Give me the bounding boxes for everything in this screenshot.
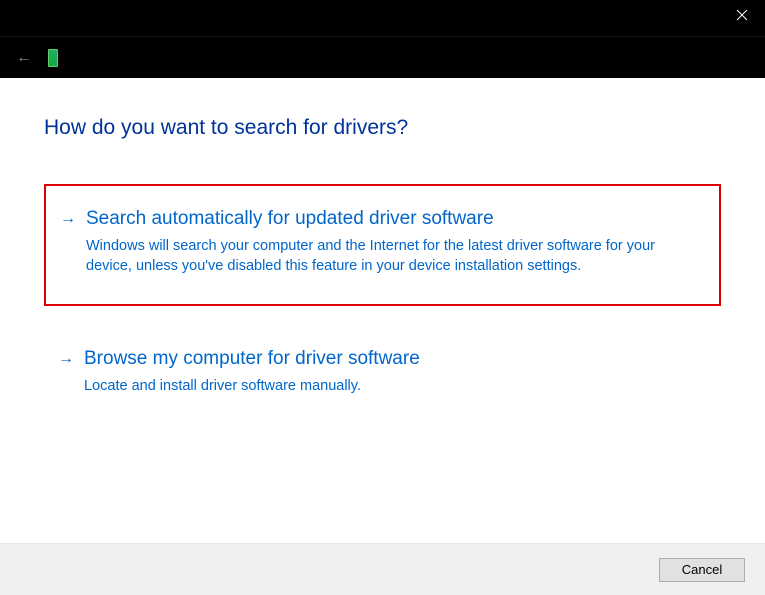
option-title: Browse my computer for driver software xyxy=(84,346,707,372)
option-description: Locate and install driver software manua… xyxy=(84,376,707,396)
close-button[interactable] xyxy=(719,0,765,30)
option-search-automatically[interactable]: → Search automatically for updated drive… xyxy=(44,184,721,306)
close-icon xyxy=(736,9,748,21)
device-icon xyxy=(48,49,58,67)
cancel-button[interactable]: Cancel xyxy=(659,558,745,582)
option-title: Search automatically for updated driver … xyxy=(86,206,697,232)
content-area: How do you want to search for drivers? →… xyxy=(0,78,765,543)
arrow-right-icon: → xyxy=(60,206,76,232)
footer-bar: Cancel xyxy=(0,543,765,595)
option-description: Windows will search your computer and th… xyxy=(86,236,697,276)
page-heading: How do you want to search for drivers? xyxy=(44,116,721,140)
nav-bar: ← xyxy=(0,36,765,78)
titlebar xyxy=(0,0,765,36)
arrow-right-icon: → xyxy=(58,346,74,372)
back-arrow-icon[interactable]: ← xyxy=(16,49,32,67)
option-browse-computer[interactable]: → Browse my computer for driver software… xyxy=(44,336,721,410)
